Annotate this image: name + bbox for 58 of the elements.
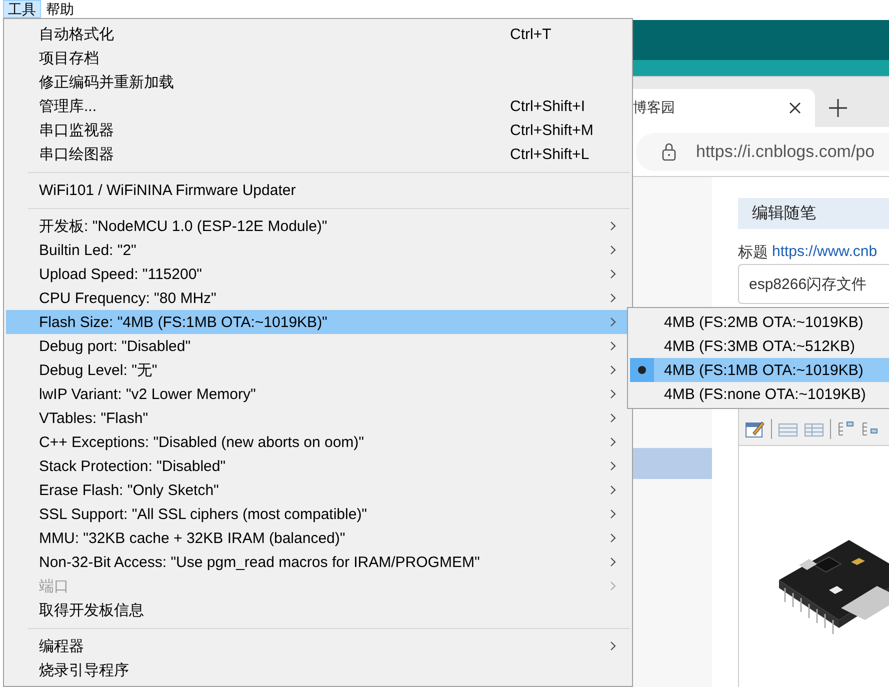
menu-item[interactable]: Flash Size: "4MB (FS:1MB OTA:~1019KB)" [6, 310, 630, 334]
close-icon[interactable] [789, 102, 801, 114]
field-label: 标题 [738, 243, 768, 262]
chevron-right-icon [610, 365, 617, 375]
submenu-item[interactable]: 4MB (FS:2MB OTA:~1019KB) [630, 310, 889, 334]
address-bar[interactable]: https://i.cnblogs.com/po [636, 132, 889, 170]
submenu-item[interactable]: 4MB (FS:3MB OTA:~512KB) [630, 334, 889, 358]
menu-item[interactable]: 串口绘图器 Ctrl+Shift+L [6, 142, 630, 166]
menu-item[interactable]: 修正编码并重新加载 [6, 70, 630, 94]
menu-item[interactable]: C++ Exceptions: "Disabled (new aborts on oom)" [6, 430, 630, 454]
chevron-right-icon [610, 293, 617, 303]
chevron-right-icon [610, 245, 617, 255]
menu-item[interactable]: Builtin Led: "2" [6, 238, 630, 262]
browser-tab[interactable]: 博客园 [633, 89, 815, 127]
menu-item[interactable]: Erase Flash: "Only Sketch" [6, 478, 630, 502]
chevron-right-icon [610, 557, 617, 567]
menu-item[interactable]: 开发板: "NodeMCU 1.0 (ESP-12E Module)" [6, 214, 630, 238]
menu-item[interactable]: Debug port: "Disabled" [6, 334, 630, 358]
chevron-right-icon [610, 461, 617, 471]
chevron-right-icon [610, 389, 617, 399]
menu-item[interactable]: MMU: "32KB cache + 32KB IRAM (balanced)" [6, 526, 630, 550]
menu-item[interactable]: lwIP Variant: "v2 Lower Memory" [6, 382, 630, 406]
menu-bar-item[interactable]: 帮助 [41, 0, 79, 18]
chevron-right-icon [610, 413, 617, 423]
chevron-right-icon [610, 485, 617, 495]
menu-item[interactable]: 串口监视器 Ctrl+Shift+M [6, 118, 630, 142]
chevron-right-icon [610, 581, 617, 591]
table-edit-icon[interactable] [745, 419, 765, 439]
menu-item[interactable]: VTables: "Flash" [6, 406, 630, 430]
menu-item[interactable]: Debug Level: "无" [6, 358, 630, 382]
title-input-field[interactable]: esp8266闪存文件 [738, 264, 889, 304]
submenu-item[interactable]: 4MB (FS:none OTA:~1019KB) [630, 382, 889, 406]
menu-item[interactable]: SSL Support: "All SSL ciphers (most compatible)" [6, 502, 630, 526]
chevron-right-icon [610, 509, 617, 519]
menu-item[interactable]: 编程器 [6, 634, 630, 658]
menu-item[interactable]: Stack Protection: "Disabled" [6, 454, 630, 478]
chevron-right-icon [610, 317, 617, 327]
chevron-right-icon [610, 221, 617, 231]
submenu-item[interactable]: 4MB (FS:1MB OTA:~1019KB) [630, 358, 889, 382]
title-link[interactable]: https://www.cnb [772, 243, 878, 262]
menu-item[interactable]: 管理库... Ctrl+Shift+I [6, 94, 630, 118]
chevron-right-icon [610, 437, 617, 447]
section-heading: 编辑随笔 [738, 198, 889, 229]
chevron-right-icon [610, 341, 617, 351]
menu-item[interactable]: CPU Frequency: "80 MHz" [6, 286, 630, 310]
menu-item[interactable]: 取得开发板信息 [6, 598, 630, 622]
menu-item[interactable]: Non-32-Bit Access: "Use pgm_read macros for IRAM/PROGMEM" [6, 550, 630, 574]
chevron-right-icon [610, 641, 617, 651]
menu-item[interactable]: 烧录引导程序 [6, 658, 630, 682]
menu-bar-item[interactable]: 工具 [3, 0, 41, 18]
menu-item[interactable]: 自动格式化 Ctrl+T [6, 22, 630, 46]
menu-item[interactable]: WiFi101 / WiFiNINA Firmware Updater [6, 178, 630, 202]
lock-icon [662, 142, 676, 160]
menu-item[interactable]: Upload Speed: "115200" [6, 262, 630, 286]
chevron-right-icon [610, 533, 617, 543]
menu-item[interactable]: 项目存档 [6, 46, 630, 70]
plus-icon[interactable] [829, 99, 847, 117]
chevron-right-icon [610, 269, 617, 279]
